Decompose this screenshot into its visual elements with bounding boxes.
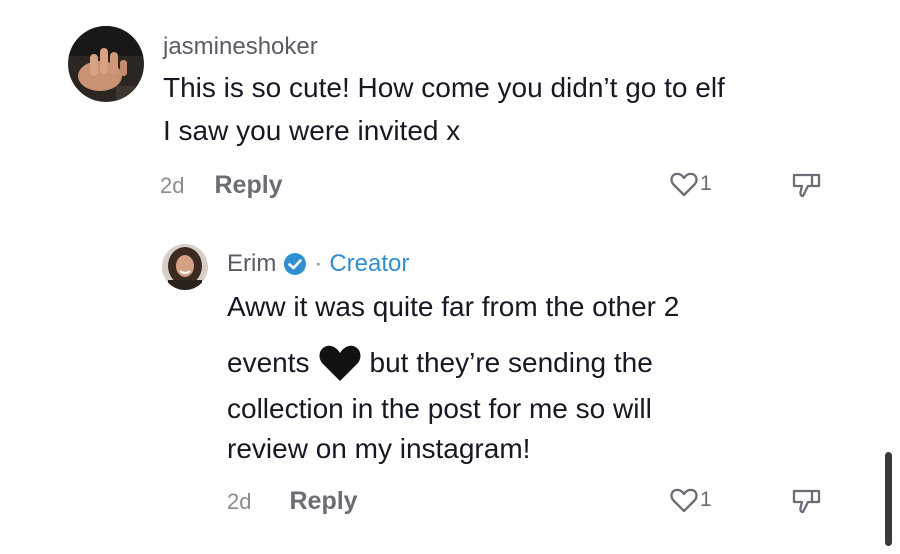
dislike-button[interactable]: [792, 487, 822, 520]
dislike-button[interactable]: [792, 171, 822, 204]
comment-text-segment: but they’re sending the: [369, 347, 653, 378]
creator-badge: Creator: [329, 250, 410, 277]
comment-time: 2d: [160, 172, 185, 198]
comment-text-line-1: Aww it was quite far from the other 2: [227, 291, 680, 322]
comment-username[interactable]: Erim: [227, 250, 276, 278]
separator: ·: [314, 250, 323, 277]
reply-button[interactable]: Reply: [214, 171, 282, 200]
like-count: 1: [700, 488, 712, 511]
comment-jasmineshoker: jasmineshoker This is so cute! How come …: [0, 0, 900, 220]
avatar[interactable]: [68, 26, 144, 102]
heart-outline-icon: [670, 172, 698, 197]
heart-outline-icon: [670, 488, 698, 513]
avatar-photo: [162, 244, 208, 290]
comment-erim: Erim · Creator Aww it was quite far from…: [0, 230, 900, 550]
comment-username[interactable]: jasmineshoker: [163, 33, 318, 61]
avatar[interactable]: [162, 244, 208, 290]
avatar-photo: [68, 26, 144, 102]
like-button[interactable]: 1: [670, 487, 712, 513]
comment-text-line-2: events but they’re sending the: [227, 343, 653, 383]
comment-text-line-2: I saw you were invited x: [163, 115, 461, 146]
verified-icon: [284, 253, 307, 275]
reply-button[interactable]: Reply: [289, 487, 357, 516]
comment-time: 2d: [227, 488, 252, 514]
scrollbar[interactable]: [885, 452, 892, 546]
comment-text-line-1: This is so cute! How come you didn’t go …: [163, 72, 725, 103]
black-heart-emoji: [319, 345, 360, 381]
comment-text-segment: events: [227, 347, 310, 378]
dislike-icon: [792, 173, 821, 198]
comment-meta: 2d Reply: [160, 171, 283, 200]
comment-header: Erim · Creator: [227, 250, 409, 278]
dislike-icon: [792, 489, 821, 514]
comment-meta: 2d Reply: [227, 487, 358, 516]
comment-text-line-3: collection in the post for me so will: [227, 393, 652, 424]
like-count: 1: [700, 172, 712, 195]
like-button[interactable]: 1: [670, 171, 712, 197]
comment-text-line-4: review on my instagram!: [227, 433, 531, 464]
